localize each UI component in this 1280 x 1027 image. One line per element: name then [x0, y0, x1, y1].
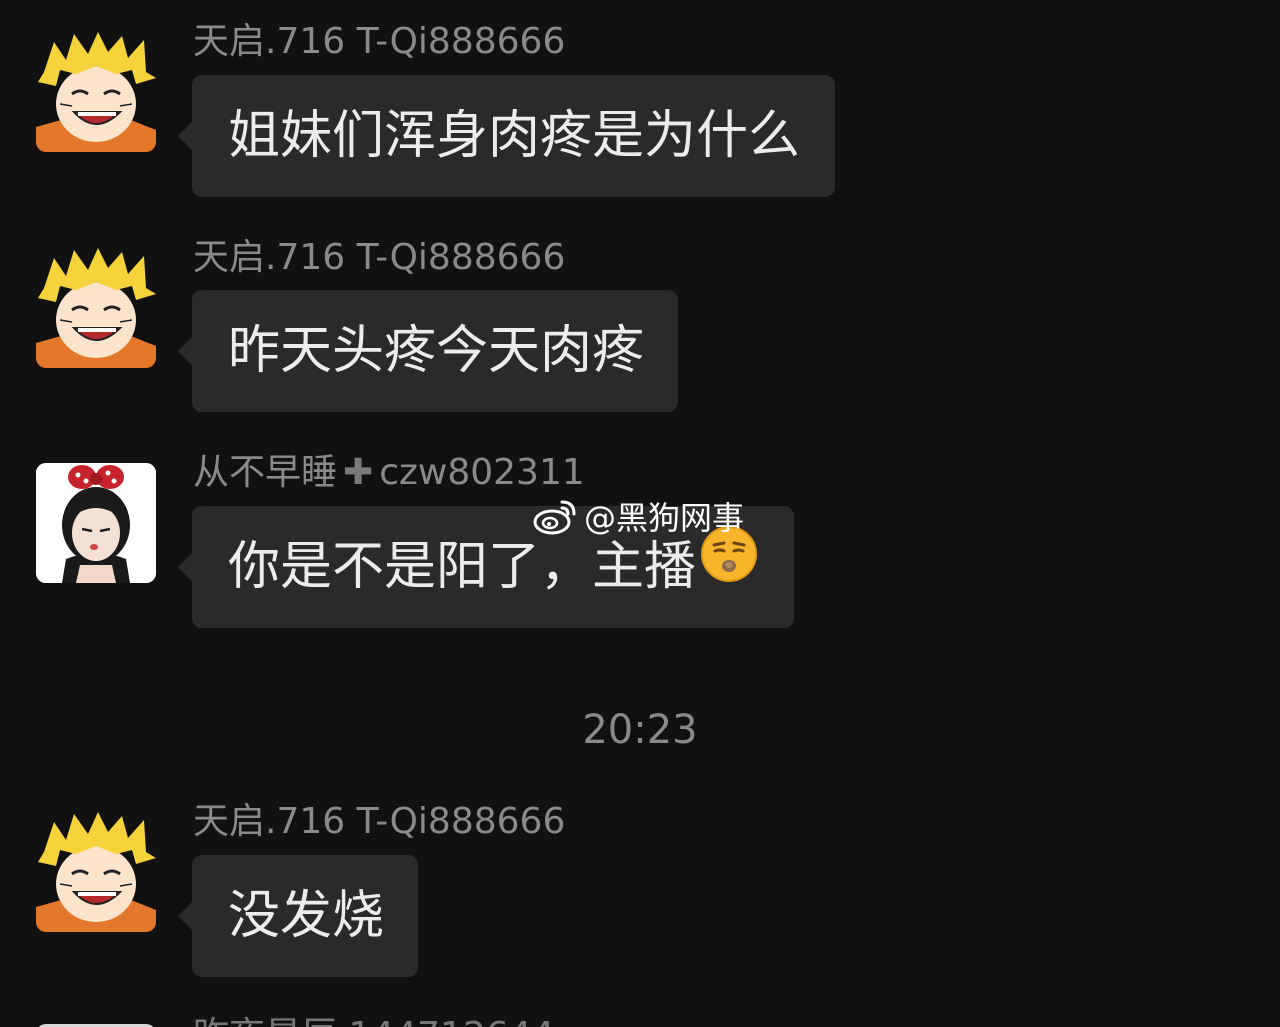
partial-chat-message: 昨夜星辰 144712644	[0, 1010, 1280, 1027]
watermark-text: @黑狗网事	[584, 499, 745, 537]
plus-icon: ✚	[343, 452, 374, 493]
naruto-avatar[interactable]	[36, 32, 156, 152]
minnie-girl-avatar[interactable]	[36, 463, 156, 583]
sender-id: czw802311	[379, 452, 585, 493]
naruto-avatar[interactable]	[36, 248, 156, 368]
weibo-watermark: @黑狗网事	[532, 494, 744, 538]
naruto-avatar[interactable]	[36, 812, 156, 932]
message-text: 你是不是阳了，主播	[228, 537, 697, 597]
sender-nickname: 从不早睡	[193, 452, 338, 493]
message-bubble[interactable]: 姐妹们浑身肉疼是为什么	[178, 75, 835, 197]
sender-name: 天启.716 T-Qi888666	[193, 801, 566, 842]
sender-name: 天启.716 T-Qi888666	[193, 21, 566, 62]
sender-name: 天启.716 T-Qi888666	[193, 237, 566, 278]
message-bubble[interactable]: 没发烧	[178, 855, 418, 977]
message-bubble[interactable]: 昨天头疼今天肉疼	[178, 290, 678, 412]
sender-name: 从不早睡 ✚ czw802311	[193, 451, 585, 495]
weibo-icon	[533, 500, 576, 535]
chat-timestamp: 20:23	[582, 707, 698, 753]
sender-name: 昨夜星辰 144712644	[193, 1014, 555, 1027]
